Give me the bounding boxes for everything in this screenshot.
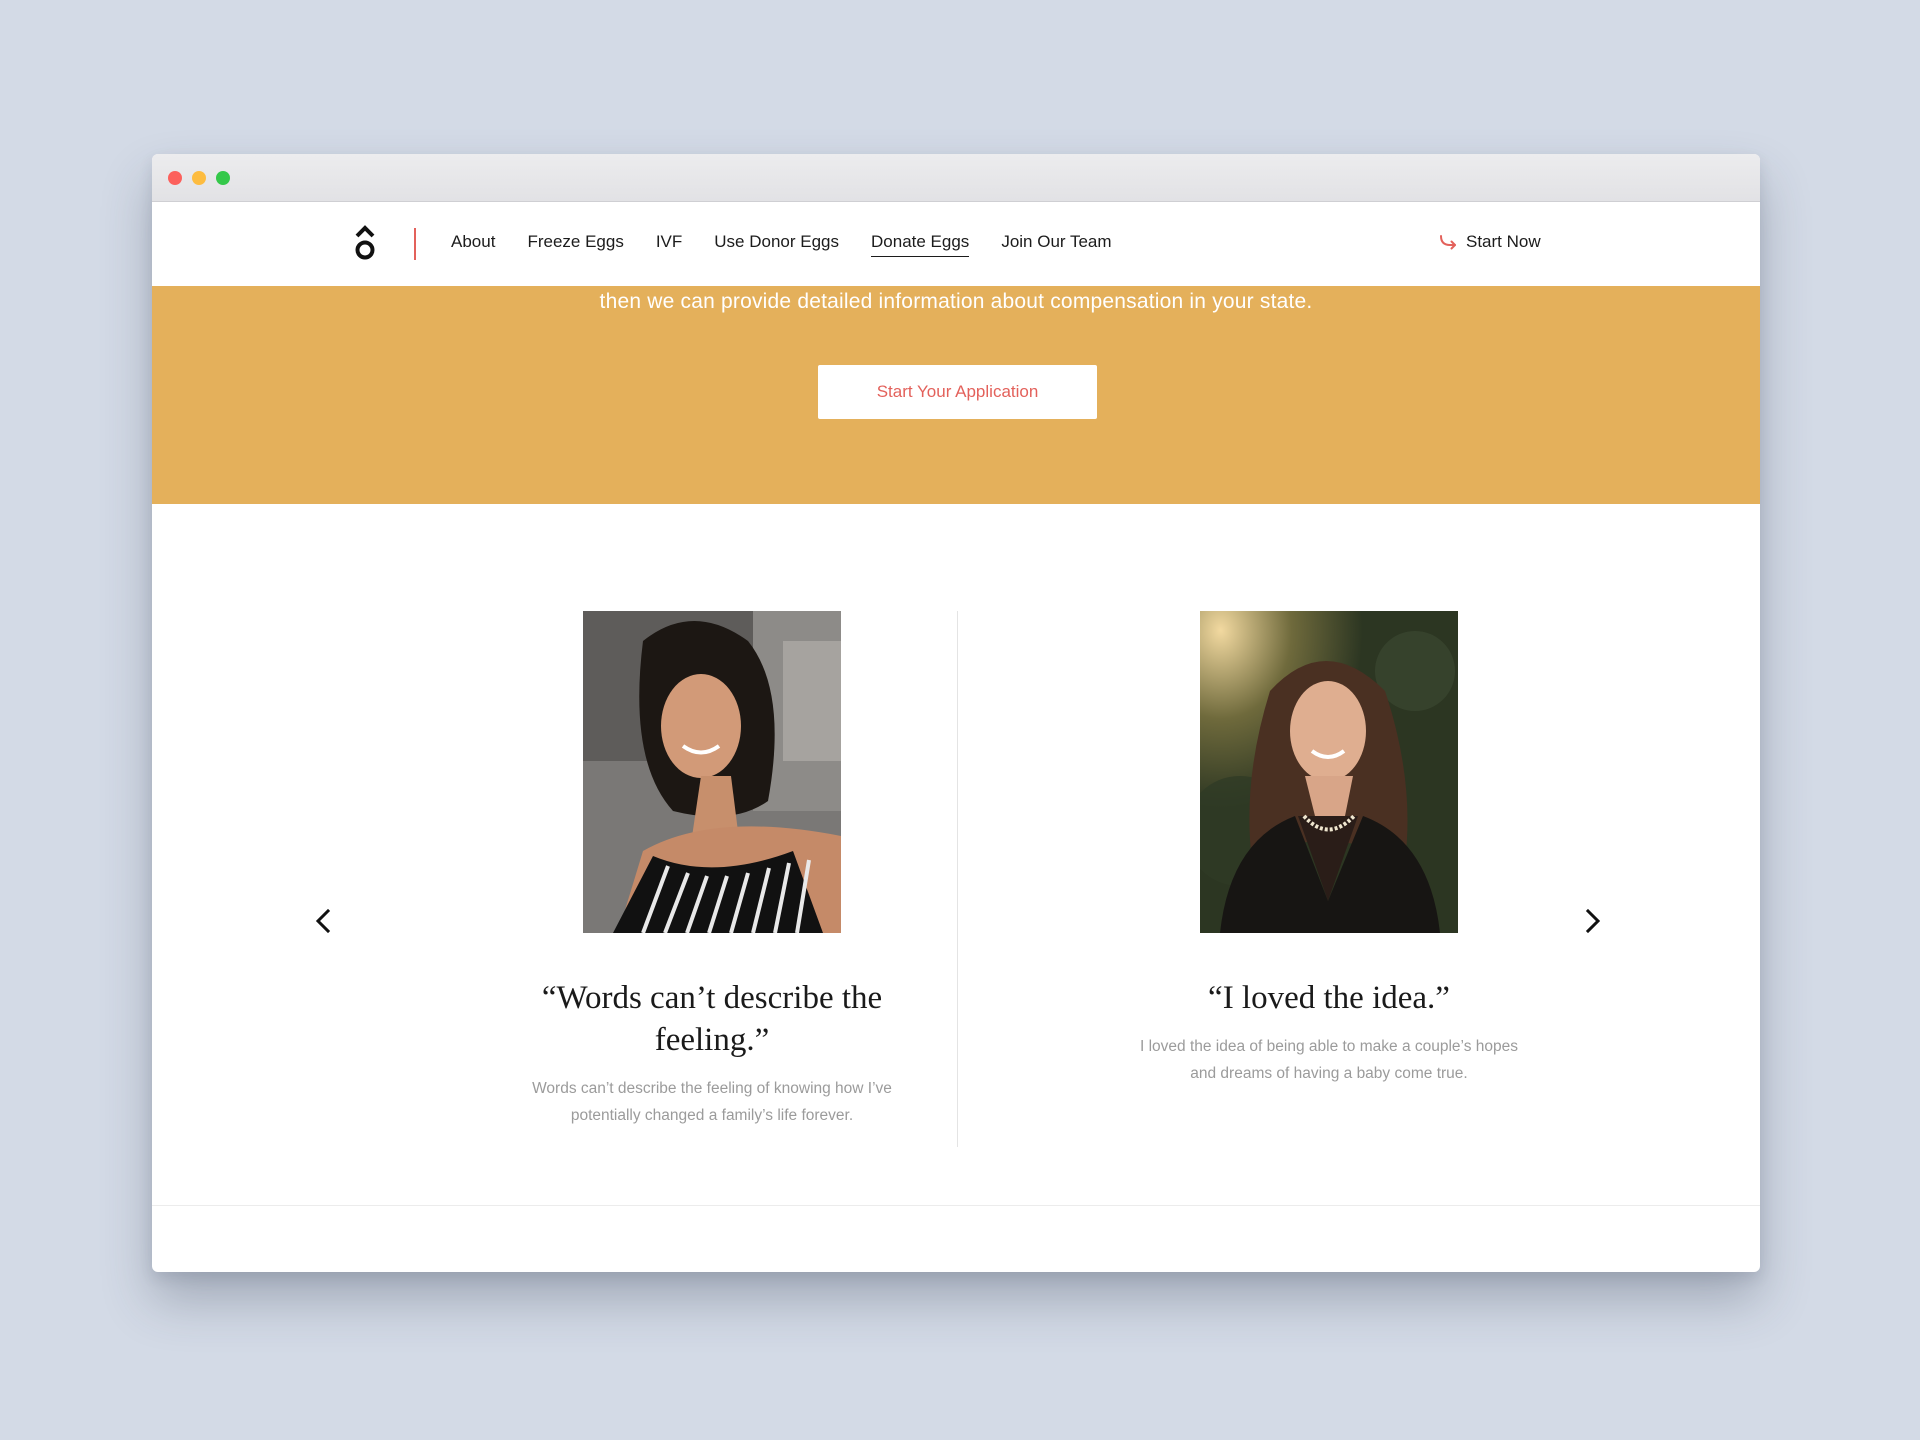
testimonial-quote: “Words can’t describe the feeling.” xyxy=(541,980,883,1058)
arrow-return-icon xyxy=(1440,235,1456,250)
testimonial-quote: “I loved the idea.” xyxy=(1208,980,1450,1016)
start-now-link[interactable]: Start Now xyxy=(1438,232,1541,252)
section-divider xyxy=(152,1205,1760,1206)
testimonial-photo xyxy=(583,611,841,933)
logo-divider xyxy=(414,228,416,260)
nav-links: About Freeze Eggs IVF Use Donor Eggs Don… xyxy=(451,232,1144,257)
testimonial-card: “Words can’t describe the feeling.” Word… xyxy=(492,611,932,1129)
nav-link-freeze-eggs[interactable]: Freeze Eggs xyxy=(527,232,623,257)
testimonial-body: Words can’t describe the feeling of know… xyxy=(532,1080,892,1124)
nav-link-donate-eggs[interactable]: Donate Eggs xyxy=(871,232,970,257)
chevron-right-icon[interactable] xyxy=(1576,905,1608,937)
start-now-label: Start Now xyxy=(1466,232,1541,251)
start-application-button[interactable]: Start Your Application xyxy=(818,365,1097,419)
portrait-image xyxy=(1200,611,1458,933)
testimonial-card: “I loved the idea.” I loved the idea of … xyxy=(1109,611,1549,1087)
window-titlebar xyxy=(152,154,1760,202)
nav-link-join-our-team[interactable]: Join Our Team xyxy=(1001,232,1111,257)
close-window-button[interactable] xyxy=(168,171,182,185)
minimize-window-button[interactable] xyxy=(192,171,206,185)
testimonial-body: I loved the idea of being able to make a… xyxy=(1139,1038,1518,1082)
banner-text: then we can provide detailed information… xyxy=(599,290,1313,313)
nav-link-use-donor-eggs[interactable]: Use Donor Eggs xyxy=(714,232,839,257)
portrait-image xyxy=(583,611,841,933)
testimonials-divider xyxy=(957,611,958,1147)
testimonials-carousel: “Words can’t describe the feeling.” Word… xyxy=(152,504,1760,1224)
application-banner: then we can provide detailed information… xyxy=(152,286,1760,504)
browser-window: About Freeze Eggs IVF Use Donor Eggs Don… xyxy=(152,154,1760,1272)
chevron-left-icon[interactable] xyxy=(308,905,340,937)
nav-link-ivf[interactable]: IVF xyxy=(656,232,682,257)
top-navbar: About Freeze Eggs IVF Use Donor Eggs Don… xyxy=(152,202,1760,286)
maximize-window-button[interactable] xyxy=(216,171,230,185)
testimonial-photo xyxy=(1200,611,1458,933)
logo-icon[interactable] xyxy=(352,224,378,262)
nav-link-about[interactable]: About xyxy=(451,232,495,257)
